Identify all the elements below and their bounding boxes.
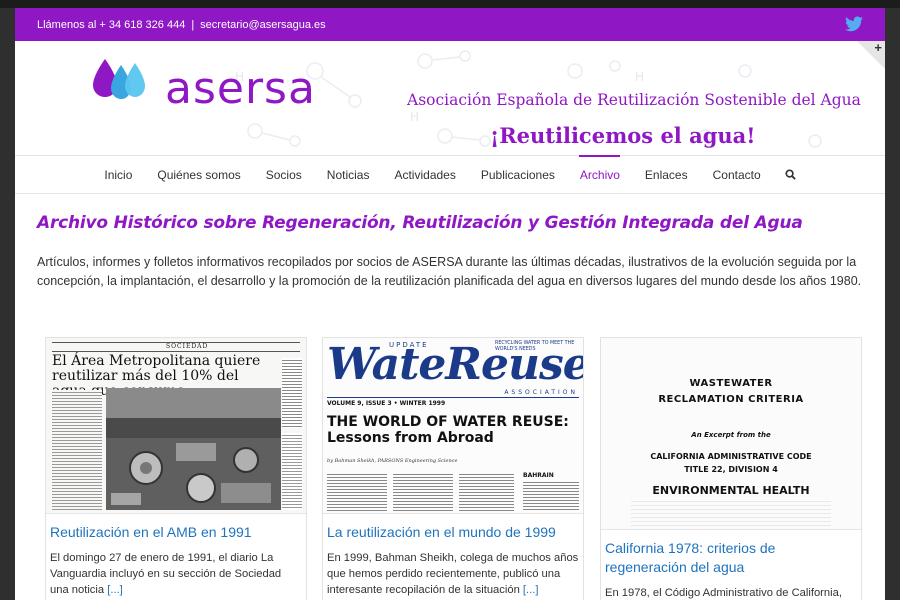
nav-item-archivo[interactable]: Archivo [567, 155, 632, 193]
asersa-logo-text[interactable]: asersa [165, 63, 316, 114]
search-icon[interactable] [773, 156, 808, 193]
card-excerpt-text: El domingo 27 de enero de 1991, el diari… [50, 552, 282, 596]
document-line-criteria: RECLAMATION CRITERIA [658, 394, 804, 405]
newsletter-issue: VOLUME 9, ISSUE 3 • WINTER 1999 [327, 400, 446, 407]
nav-item-contacto[interactable]: Contacto [700, 156, 773, 193]
aerial-photo-treatment-plant [106, 388, 281, 510]
card-title-link[interactable]: Reutilización en el AMB en 1991 [50, 523, 302, 542]
newsletter-association: ASSOCIATION [504, 389, 578, 396]
newsletter-sidebar-heading: BAHRAIN [523, 472, 554, 479]
association-name: Asociación Española de Reutilización Sos… [407, 91, 861, 109]
intro-paragraph: Artículos, informes y folletos informati… [37, 255, 862, 288]
nav-item-enlaces[interactable]: Enlaces [632, 156, 700, 193]
document-line-code: CALIFORNIA ADMINISTRATIVE CODE [650, 452, 812, 461]
watereuse-newsletter-image[interactable]: UPDATE RECYCLING WATER TO MEET THE WORLD… [323, 338, 583, 514]
archive-card: SOCIEDAD El Área Metropolitana quiere re… [45, 337, 307, 600]
nav-item-quienes-somos[interactable]: Quiénes somos [145, 156, 253, 193]
document-line-wastewater: WASTEWATER [689, 378, 773, 389]
document-line-title: TITLE 22, DIVISION 4 [684, 465, 778, 474]
nav-item-noticias[interactable]: Noticias [314, 156, 382, 193]
asersa-logo-drops-icon[interactable] [91, 55, 147, 111]
read-more-link[interactable]: [...] [523, 584, 539, 596]
nav-item-publicaciones[interactable]: Publicaciones [468, 156, 567, 193]
expand-plus-icon[interactable]: + [874, 41, 882, 55]
nav-item-inicio[interactable]: Inicio [92, 156, 145, 193]
svg-text:H: H [410, 110, 419, 124]
archive-card: WASTEWATER RECLAMATION CRITERIA An Excer… [600, 337, 862, 600]
document-excerpt-line: An Excerpt from the [691, 431, 771, 439]
newsletter-headline-line2: Lessons from Abroad [327, 430, 494, 446]
email-link[interactable]: secretario@asersagua.es [200, 19, 326, 31]
archive-card: UPDATE RECYCLING WATER TO MEET THE WORLD… [322, 337, 584, 600]
read-more-link[interactable]: [...] [107, 584, 123, 596]
document-title-block: WASTEWATER RECLAMATION CRITERIA [601, 376, 861, 408]
newsletter-headline-line1: THE WORLD OF WATER REUSE: [327, 414, 569, 430]
main-navigation: Inicio Quiénes somos Socios Noticias Act… [15, 155, 885, 194]
phone-text[interactable]: Llámenos al + 34 618 326 444 [37, 19, 185, 31]
card-excerpt: En 1999, Bahman Sheikh, colega de muchos… [327, 550, 579, 598]
newsletter-headline: THE WORLD OF WATER REUSE: Lessons from A… [327, 414, 569, 446]
card-excerpt-text: En 1999, Bahman Sheikh, colega de muchos… [327, 552, 579, 596]
document-code-block: CALIFORNIA ADMINISTRATIVE CODE TITLE 22,… [601, 450, 861, 476]
nav-item-socios[interactable]: Socios [253, 156, 314, 193]
nav-item-actividades[interactable]: Actividades [382, 156, 468, 193]
newspaper-clipping-image[interactable]: SOCIEDAD El Área Metropolitana quiere re… [46, 338, 306, 514]
twitter-icon[interactable] [845, 16, 863, 32]
archive-cards: SOCIEDAD El Área Metropolitana quiere re… [45, 337, 863, 600]
browser-top-strip [0, 0, 900, 8]
newsletter-byline: by Bahman Sheikh, PARSONS Engineering Sc… [327, 458, 458, 464]
newsletter-masthead: WateReuse [327, 339, 583, 390]
slogan: ¡Reutilicemos el agua! [490, 123, 756, 148]
page: Llámenos al + 34 618 326 444 | secretari… [15, 8, 885, 600]
top-contact-bar: Llámenos al + 34 618 326 444 | secretari… [15, 8, 885, 41]
clipping-section: SOCIEDAD [166, 343, 209, 350]
card-excerpt: El domingo 27 de enero de 1991, el diari… [50, 550, 302, 598]
contact-separator: | [191, 18, 195, 31]
card-excerpt-text: En 1978, el Código Administrativo de Cal… [605, 587, 842, 599]
card-excerpt: En 1978, el Código Administrativo de Cal… [605, 585, 857, 600]
document-line-health: ENVIRONMENTAL HEALTH [652, 484, 810, 497]
page-title: Archivo Histórico sobre Regeneración, Re… [37, 213, 803, 233]
california-code-document-image[interactable]: WASTEWATER RECLAMATION CRITERIA An Excer… [601, 338, 861, 530]
card-title-link[interactable]: California 1978: criterios de regeneraci… [605, 539, 857, 577]
card-title-link[interactable]: La reutilización en el mundo de 1999 [327, 523, 579, 542]
site-header: HHH asersa Asociación Española de Reutil… [15, 41, 885, 155]
svg-text:H: H [635, 70, 644, 84]
